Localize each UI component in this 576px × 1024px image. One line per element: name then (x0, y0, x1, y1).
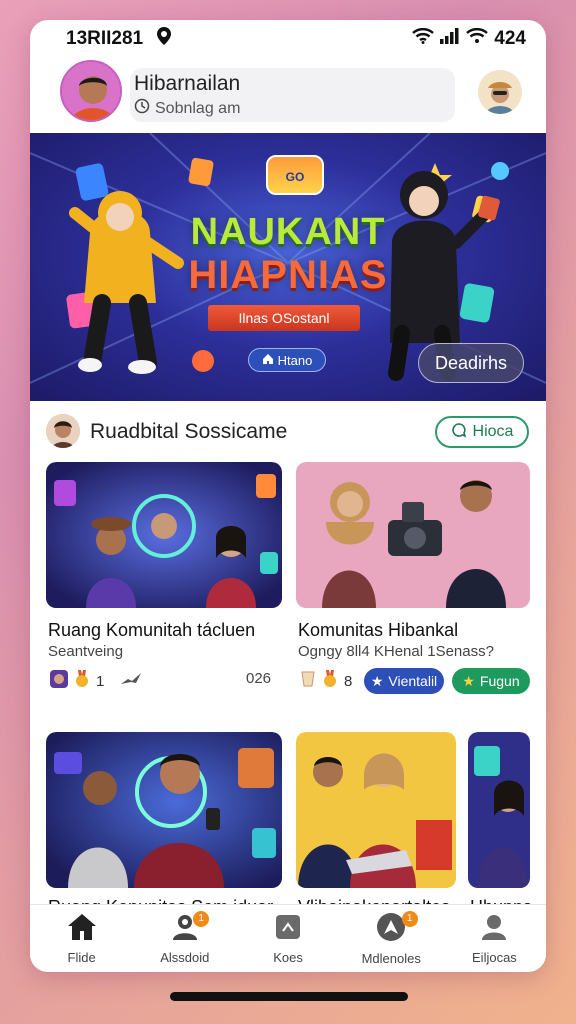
mini-avatar (50, 670, 68, 692)
community-section: Ruadbital Sossicame Hioca Ruang Komunita… (30, 402, 546, 922)
card-right-meta: 026 (246, 670, 272, 687)
nav-item-explore[interactable]: 1 Mdlenoles (340, 905, 443, 972)
nav-label: Eiljocas (472, 949, 517, 965)
cup-icon (300, 670, 316, 692)
location-icon (157, 27, 172, 51)
home-icon (67, 913, 97, 944)
card-count: 8 (344, 672, 353, 690)
user-icon (480, 913, 508, 944)
status-bar: 13RII281 424 (30, 20, 546, 58)
medal-icon (322, 670, 338, 692)
profile-subtitle: Sobnlag am (155, 99, 241, 117)
section-avatar (46, 414, 80, 448)
profile-subtitle-row: Sobnlag am (134, 98, 240, 119)
card-image (46, 462, 282, 608)
game-logo: GO (266, 155, 324, 195)
banner-ribbon: Ilnas OSostanl (208, 305, 360, 331)
nav-item-box[interactable]: Koes (236, 905, 339, 972)
card-subtitle: Seantveing (48, 643, 124, 660)
card-title: Komunitas Hibankal (298, 620, 459, 640)
banner-chip-label: Htano (277, 352, 313, 368)
follow-button-label: Hioca (472, 423, 514, 440)
nav-label: Mdlenoles (361, 950, 421, 966)
notification-badge: 1 (193, 911, 210, 927)
tag-label: Fugun (479, 673, 520, 689)
chat-icon (451, 422, 467, 443)
tag-button[interactable]: ★ Fugun (452, 668, 530, 694)
status-time: 13RII281 (66, 28, 144, 49)
home-small-icon (262, 353, 274, 368)
tag-button[interactable]: ★ Vientalil (364, 668, 444, 694)
card-meta: 8 (300, 670, 352, 692)
clock-icon (134, 98, 150, 119)
card-image (468, 732, 530, 888)
nav-item-community[interactable]: 1 Alssdoid (133, 905, 236, 972)
notification-badge: 1 (401, 911, 418, 927)
follow-button[interactable]: Hioca (435, 416, 529, 448)
card-subtitle: Ogngy 8ll4 KHenal 1Senass? (298, 643, 494, 660)
wifi-icon (412, 28, 435, 50)
banner-chip[interactable]: Htano (248, 348, 326, 372)
wifi-icon-2 (466, 28, 489, 50)
card-meta: 1 (50, 670, 142, 692)
signal-icon (440, 28, 460, 50)
promo-banner[interactable]: GO NAUKANT HIAPNIAS Ilnas OSostanl Htano… (30, 133, 546, 401)
star-icon: ★ (462, 672, 475, 689)
home-indicator[interactable] (170, 992, 408, 1001)
community-card[interactable]: Hbunns (468, 732, 530, 922)
profile-name: Hibarnailan (134, 72, 241, 95)
nav-label: Koes (273, 949, 303, 965)
star-icon: ★ (370, 672, 384, 689)
card-image (296, 462, 530, 608)
card-title: Ruang Komunitah tácluen (48, 620, 256, 640)
bird-icon (120, 672, 142, 690)
tag-label: Vientalil (388, 673, 438, 689)
nav-item-home[interactable]: Flide (30, 905, 133, 972)
phone-screen: 13RII281 424 Hibarnailan Sobnlag am GO N… (30, 20, 546, 972)
secondary-avatar[interactable] (478, 70, 522, 114)
card-image (296, 732, 456, 888)
community-card[interactable]: Ruang Konunitas Som iduar (46, 732, 282, 922)
nav-label: Alssdoid (160, 949, 210, 965)
banner-action-button[interactable]: Deadirhs (418, 343, 524, 383)
card-image (46, 732, 282, 888)
medal-icon (74, 670, 90, 692)
box-icon (274, 913, 302, 944)
nav-label: Flide (67, 949, 96, 965)
battery-level: 424 (494, 28, 526, 49)
card-count: 1 (96, 672, 105, 690)
banner-title-line1: NAUKANT (190, 211, 386, 253)
banner-title-line2: HIAPNIAS (188, 253, 388, 297)
bottom-nav: Flide 1 Alssdoid Koes 1 Mdlenoles Eiljoc… (30, 904, 546, 972)
section-title: Ruadbital Sossicame (90, 420, 288, 443)
nav-item-profile[interactable]: Eiljocas (443, 905, 546, 972)
community-card[interactable]: Ruang Komunitah tácluen Seantveing 1 026 (46, 462, 282, 700)
community-card[interactable]: Komunitas Hibankal Ogngy 8ll4 KHenal 1Se… (296, 462, 530, 700)
avatar[interactable] (60, 60, 122, 122)
community-card[interactable]: Vlibainakonartaltes (296, 732, 456, 922)
